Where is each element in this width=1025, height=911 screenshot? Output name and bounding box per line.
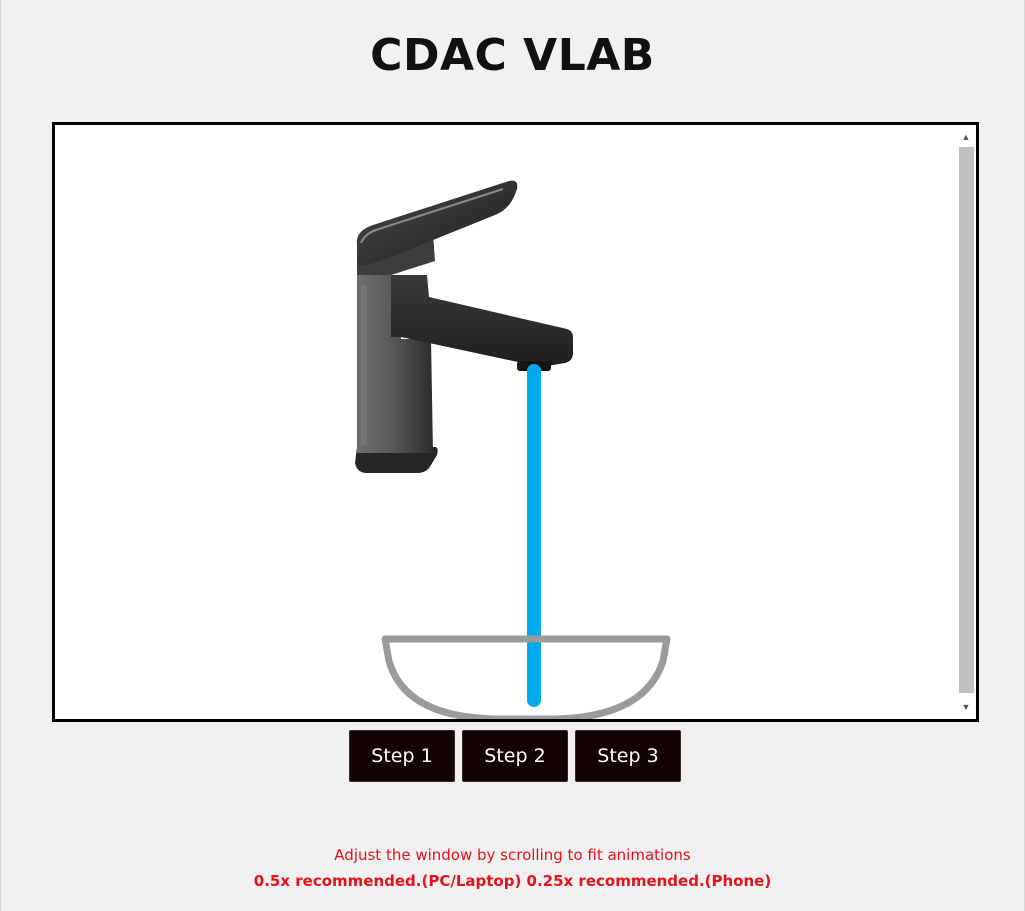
step-3-button[interactable]: Step 3 (575, 730, 681, 782)
scroll-down-arrow-icon[interactable]: ▼ (956, 697, 976, 717)
scroll-up-arrow-icon[interactable]: ▲ (956, 127, 976, 147)
scroll-hint-text: Adjust the window by scrolling to fit an… (334, 846, 691, 864)
vertical-scrollbar[interactable]: ▲ ▼ (956, 125, 976, 719)
basin-icon (381, 635, 671, 719)
page: CDAC VLAB ▲ ▼ Step 1 Step 2 Step 3 Adjus… (0, 0, 1025, 911)
step-2-button[interactable]: Step 2 (462, 730, 568, 782)
simulation-canvas (355, 180, 671, 719)
scrollbar-thumb[interactable] (959, 147, 974, 693)
step-controls: Step 1 Step 2 Step 3 (349, 730, 681, 782)
step-1-button[interactable]: Step 1 (349, 730, 455, 782)
zoom-recommendation-text: 0.5x recommended.(PC/Laptop) 0.25x recom… (253, 872, 772, 890)
page-title: CDAC VLAB (370, 30, 655, 81)
simulation-frame[interactable]: ▲ ▼ (52, 122, 979, 722)
